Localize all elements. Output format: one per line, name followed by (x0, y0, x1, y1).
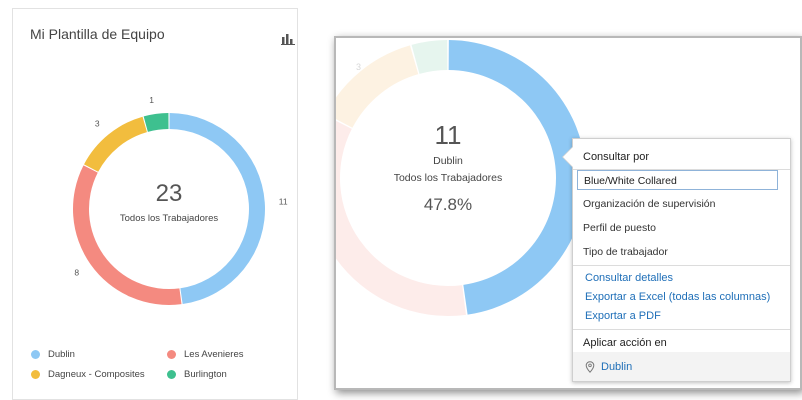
selected-percent: 47.8% (424, 195, 472, 214)
donut-segment-burlington[interactable] (143, 113, 169, 132)
legend-item-les-avenieres[interactable]: Les Avenieres (167, 349, 244, 360)
segment-value-label: 8 (74, 267, 79, 277)
selected-label: Todos los Trabajadores (394, 172, 503, 184)
menu-divider (573, 265, 790, 266)
legend-item-burlington[interactable]: Burlington (167, 369, 227, 380)
legend-color-dot (31, 350, 40, 359)
donut-segment-dublin[interactable] (169, 113, 265, 305)
dublin-action-link[interactable]: Dublin (601, 361, 632, 373)
legend-label: Dagneux - Composites (48, 369, 145, 380)
option-organizacion-supervision[interactable]: Organización de supervisión (583, 198, 716, 210)
option-blue-white-collared[interactable]: Blue/White Collared (577, 170, 778, 190)
option-tipo-trabajador[interactable]: Tipo de trabajador (583, 246, 668, 258)
chart-context-menu: Consultar por Blue/White Collared Organi… (562, 138, 791, 382)
legend-color-dot (167, 370, 176, 379)
map-pin-icon (585, 360, 595, 373)
legend-color-dot (167, 350, 176, 359)
faded-value-label: 3 (356, 62, 361, 72)
donut-segment-dagneux-composites[interactable] (84, 116, 147, 172)
option-perfil-puesto[interactable]: Perfil de puesto (583, 222, 656, 234)
apply-action-dublin[interactable]: Dublin (573, 352, 790, 381)
legend-color-dot (31, 370, 40, 379)
team-chart-card: Mi Plantilla de Equipo 11 8 3 1 23 Todos lo… (12, 8, 298, 400)
export-pdf-link[interactable]: Exportar a PDF (585, 310, 661, 322)
workforce-donut-chart: 11 8 3 1 23 Todos los Trabajadores (73, 95, 288, 305)
segment-value-label: 11 (279, 196, 288, 206)
segment-value-label: 1 (149, 95, 154, 105)
legend-label: Burlington (184, 369, 227, 380)
selected-category: Dublin (433, 155, 463, 167)
selected-value: 11 (435, 120, 462, 150)
segment-value-label: 3 (95, 119, 100, 129)
legend-label: Les Avenieres (184, 349, 244, 360)
menu-divider (573, 329, 790, 330)
consultar-detalles-link[interactable]: Consultar detalles (585, 272, 673, 284)
zoom-segment-burlington[interactable] (411, 40, 448, 74)
legend-label: Dublin (48, 349, 75, 360)
donut-center-value: 23 (156, 180, 183, 207)
consultar-por-heading: Consultar por (583, 151, 650, 163)
aplicar-accion-heading: Aplicar acción en (583, 337, 667, 349)
donut-center-label: Todos los Trabajadores (120, 213, 218, 224)
legend-item-dagneux-composites[interactable]: Dagneux - Composites (31, 369, 145, 380)
legend-item-dublin[interactable]: Dublin (31, 349, 75, 360)
zoom-segment-dagneux-composites[interactable] (336, 45, 419, 128)
export-excel-link[interactable]: Exportar a Excel (todas las columnas) (585, 291, 770, 303)
